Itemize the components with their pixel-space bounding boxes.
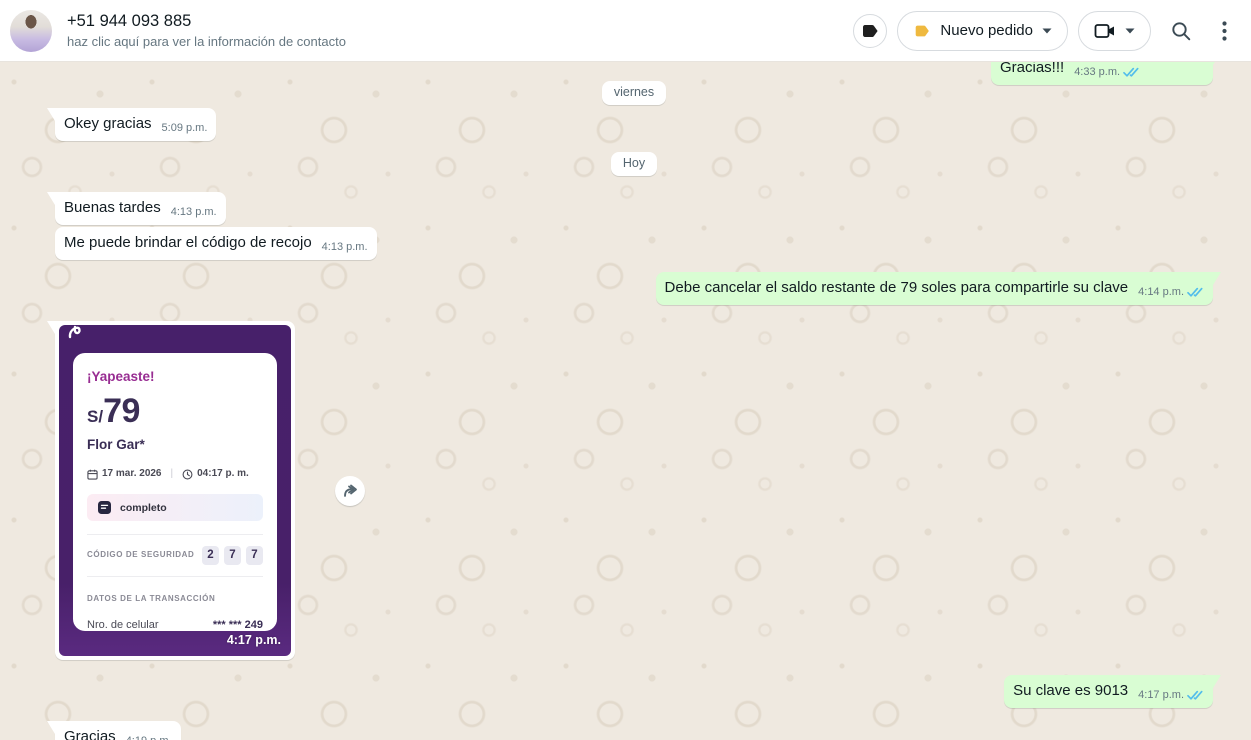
divider-line — [87, 534, 263, 535]
receipt-title: ¡Yapeaste! — [87, 367, 263, 387]
incoming-message[interactable]: Buenas tardes 4:13 p.m. — [55, 192, 226, 225]
read-receipt-icon — [1187, 287, 1204, 298]
message-text: Me puede brindar el código de recojo — [64, 233, 312, 253]
message-row: Okey gracias 5:09 p.m. — [55, 108, 1213, 141]
message-meta: 4:33 p.m. — [1074, 62, 1140, 82]
date-divider-row: Hoy — [55, 152, 1213, 176]
receipt-datetime: 17 mar. 2026 | 04:17 p. m. — [87, 464, 263, 484]
date-divider: viernes — [602, 81, 666, 105]
message-time: 4:13 p.m. — [171, 202, 217, 222]
message-meta: 4:14 p.m. — [1138, 282, 1204, 302]
outgoing-message[interactable]: Debe cancelar el saldo restante de 79 so… — [656, 272, 1213, 305]
image-message-row: ¡Yapeaste! S/ 79 Flor Gar* — [55, 321, 1213, 660]
incoming-message[interactable]: Gracias 4:19 p.m. — [55, 721, 181, 740]
contact-phone-number: +51 944 093 885 — [67, 11, 346, 32]
read-receipt-icon — [1123, 67, 1140, 78]
security-code-digit: 2 — [202, 546, 219, 565]
chevron-down-icon — [1042, 28, 1052, 34]
chat-area[interactable]: Gracias!!! 4:33 p.m. viernes Okey gracia… — [0, 62, 1251, 740]
message-time: 4:17 p.m. — [1138, 685, 1184, 705]
image-message[interactable]: ¡Yapeaste! S/ 79 Flor Gar* — [55, 321, 295, 660]
contact-text-block[interactable]: +51 944 093 885 haz clic aquí para ver l… — [67, 11, 346, 51]
label-button[interactable] — [853, 14, 887, 48]
receipt-status-chip: completo — [87, 494, 263, 521]
message-text: Gracias — [64, 727, 116, 740]
contact-info-hint: haz clic aquí para ver la información de… — [67, 32, 346, 51]
forward-message-button[interactable] — [335, 476, 365, 506]
chevron-down-icon — [1125, 28, 1135, 34]
receipt-status-label: completo — [120, 498, 167, 518]
contact-avatar[interactable] — [10, 10, 52, 52]
receipt-time-value: 04:17 p. m. — [197, 464, 249, 484]
chat-header: +51 944 093 885 haz clic aquí para ver l… — [0, 0, 1251, 62]
date-divider-row: viernes — [55, 81, 1213, 105]
menu-button[interactable] — [1211, 11, 1237, 51]
security-code-row: CÓDIGO DE SEGURIDAD 2 7 7 — [87, 545, 263, 565]
security-code-digit: 7 — [246, 546, 263, 565]
message-meta: 4:13 p.m. — [322, 237, 368, 257]
message-meta: 4:19 p.m. — [126, 731, 172, 740]
contact-info-header[interactable]: +51 944 093 885 haz clic aquí para ver l… — [10, 10, 346, 52]
receipt-status-icon — [97, 500, 112, 515]
receipt-amount: S/ 79 — [87, 394, 263, 428]
message-time: 4:13 p.m. — [322, 237, 368, 257]
clock-icon — [182, 469, 193, 480]
message-text: Gracias!!! — [1000, 62, 1064, 78]
outgoing-message[interactable]: Su clave es 9013 4:17 p.m. — [1004, 675, 1213, 708]
message-row: Gracias 4:19 p.m. — [55, 721, 1213, 740]
search-icon — [1170, 20, 1192, 42]
transaction-row: Nro. de celular *** *** 249 — [87, 616, 263, 631]
message-text: Su clave es 9013 — [1013, 681, 1128, 701]
video-camera-icon — [1094, 22, 1116, 40]
receipt-card: ¡Yapeaste! S/ 79 Flor Gar* — [73, 353, 277, 631]
security-code-digits: 2 7 7 — [202, 546, 263, 565]
message-meta: 4:17 p.m. — [1138, 685, 1204, 705]
yape-receipt-image: ¡Yapeaste! S/ 79 Flor Gar* — [59, 325, 291, 656]
incoming-message[interactable]: Me puede brindar el código de recojo 4:1… — [55, 227, 377, 260]
yape-swirl-decoration — [67, 325, 83, 341]
message-row: Su clave es 9013 4:17 p.m. — [55, 675, 1213, 708]
message-text: Debe cancelar el saldo restante de 79 so… — [665, 278, 1129, 298]
search-button[interactable] — [1161, 11, 1201, 51]
date-divider: Hoy — [611, 152, 657, 176]
transaction-row-value: *** *** 249 — [213, 615, 263, 632]
message-row: Debe cancelar el saldo restante de 79 so… — [55, 272, 1213, 305]
divider-line — [87, 576, 263, 577]
message-time: 4:19 p.m. — [126, 731, 172, 740]
separator: | — [171, 464, 174, 484]
read-receipt-icon — [1187, 690, 1204, 701]
security-code-label: CÓDIGO DE SEGURIDAD — [87, 545, 194, 565]
order-status-button[interactable]: Nuevo pedido — [897, 11, 1068, 51]
message-time: 4:17 p.m. — [227, 630, 281, 650]
video-call-button[interactable] — [1078, 11, 1151, 51]
calendar-icon — [87, 469, 98, 480]
order-label-icon — [913, 22, 931, 40]
message-text: Buenas tardes — [64, 198, 161, 218]
transaction-data-label: DATOS DE LA TRANSACCIÓN — [87, 589, 263, 609]
receipt-payee: Flor Gar* — [87, 435, 263, 455]
message-time: 4:33 p.m. — [1074, 62, 1120, 82]
order-status-label: Nuevo pedido — [940, 22, 1033, 39]
message-row: Me puede brindar el código de recojo 4:1… — [55, 227, 1213, 260]
transaction-rows: Nro. de celular *** *** 249 Destino Yape… — [87, 616, 263, 631]
incoming-message[interactable]: Okey gracias 5:09 p.m. — [55, 108, 216, 141]
message-meta: 4:13 p.m. — [171, 202, 217, 222]
security-code-digit: 7 — [224, 546, 241, 565]
message-time: 5:09 p.m. — [162, 118, 208, 138]
message-time: 4:14 p.m. — [1138, 282, 1184, 302]
header-actions: Nuevo pedido — [853, 11, 1237, 51]
label-icon — [860, 21, 880, 41]
forward-icon — [342, 484, 359, 498]
whatsapp-chat-window: +51 944 093 885 haz clic aquí para ver l… — [0, 0, 1251, 740]
receipt-amount-value: 79 — [103, 394, 140, 428]
kebab-menu-icon — [1222, 21, 1227, 41]
message-meta: 5:09 p.m. — [162, 118, 208, 138]
transaction-row-label: Nro. de celular — [87, 615, 159, 632]
receipt-currency: S/ — [87, 407, 103, 427]
message-row: Buenas tardes 4:13 p.m. — [55, 192, 1213, 225]
receipt-date: 17 mar. 2026 — [102, 464, 162, 484]
message-text: Okey gracias — [64, 114, 152, 134]
